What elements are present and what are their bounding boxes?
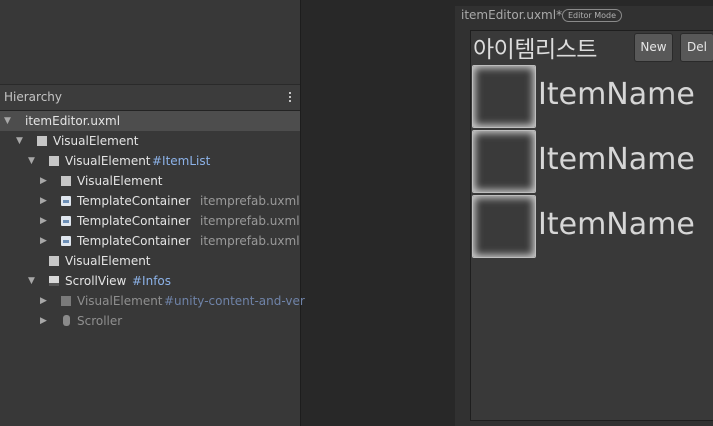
- tree-label: VisualElement: [65, 254, 151, 268]
- scrollview-icon: [49, 276, 59, 286]
- collapse-arrow-icon[interactable]: ▶: [40, 211, 47, 231]
- scroller-icon: [63, 315, 70, 326]
- item-name: ItemName: [538, 207, 695, 242]
- tree-row-content-container[interactable]: ▶ VisualElement #unity-content-and-ver: [0, 291, 305, 311]
- tree-row-templatecontainer[interactable]: ▶ TemplateContainer itemprefab.uxml: [0, 231, 300, 251]
- delete-button[interactable]: Del: [680, 33, 713, 62]
- tree-label: itemEditor.uxml: [25, 114, 121, 128]
- tree-class-name: #Infos: [132, 274, 172, 288]
- tree-row-scrollview[interactable]: ▼ ScrollView #Infos: [0, 271, 300, 291]
- visualelement-icon: [49, 156, 59, 166]
- expand-arrow-icon[interactable]: ▼: [16, 131, 23, 151]
- template-icon: [61, 196, 71, 206]
- collapse-arrow-icon[interactable]: ▶: [40, 171, 47, 191]
- item-thumbnail[interactable]: [472, 130, 536, 193]
- visualelement-icon: [49, 256, 59, 266]
- tree-label: Scroller: [77, 314, 123, 328]
- visualelement-icon: [61, 296, 71, 306]
- tree-row-visualelement-child[interactable]: ▶ VisualElement: [0, 171, 300, 191]
- tree-row-itemlist[interactable]: ▼ VisualElement #ItemList: [0, 151, 300, 171]
- template-icon: [61, 216, 71, 226]
- tree-source: itemprefab.uxml: [200, 194, 300, 208]
- expand-arrow-icon[interactable]: ▼: [28, 151, 35, 171]
- collapse-arrow-icon[interactable]: ▶: [40, 191, 47, 211]
- tree-label: TemplateContainer: [77, 214, 191, 228]
- item-name: ItemName: [538, 77, 695, 112]
- tree-source: itemprefab.uxml: [200, 234, 300, 248]
- expand-arrow-icon[interactable]: ▼: [28, 271, 35, 291]
- tree-row-root[interactable]: ▼ itemEditor.uxml: [0, 111, 300, 131]
- expand-arrow-icon[interactable]: ▼: [4, 111, 11, 131]
- tree-row-templatecontainer[interactable]: ▶ TemplateContainer itemprefab.uxml: [0, 211, 300, 231]
- canvas-title: itemEditor.uxml*: [461, 8, 563, 22]
- tree-row-scroller[interactable]: ▶ Scroller: [0, 311, 300, 331]
- tree-row-visualelement[interactable]: ▼ VisualElement: [0, 131, 300, 151]
- tree-label: TemplateContainer: [77, 234, 191, 248]
- tree-label: VisualElement: [77, 294, 163, 308]
- tree-row-templatecontainer[interactable]: ▶ TemplateContainer itemprefab.uxml: [0, 191, 300, 211]
- visualelement-icon: [37, 136, 47, 146]
- document-title: 아이템리스트: [473, 37, 597, 63]
- collapse-arrow-icon[interactable]: ▶: [40, 231, 47, 251]
- tree-label: ScrollView: [65, 274, 127, 288]
- tree-label: VisualElement: [77, 174, 163, 188]
- item-name: ItemName: [538, 142, 695, 177]
- tree-row-visualelement[interactable]: VisualElement: [0, 251, 300, 271]
- tree-class-name: #ItemList: [152, 154, 211, 168]
- left-top-panel: [0, 0, 300, 84]
- panel-divider[interactable]: [300, 0, 301, 426]
- editor-mode-badge: Editor Mode: [562, 9, 623, 22]
- hierarchy-title: Hierarchy: [4, 90, 63, 104]
- tree-source: itemprefab.uxml: [200, 214, 300, 228]
- new-button[interactable]: New: [634, 33, 673, 62]
- hierarchy-header: Hierarchy: [0, 84, 300, 111]
- tree-label: VisualElement: [65, 154, 151, 168]
- tree-label: TemplateContainer: [77, 194, 191, 208]
- item-thumbnail[interactable]: [472, 65, 536, 128]
- template-icon: [61, 236, 71, 246]
- visualelement-icon: [61, 176, 71, 186]
- collapse-arrow-icon[interactable]: ▶: [40, 311, 47, 331]
- item-thumbnail[interactable]: [472, 195, 536, 258]
- more-options-icon[interactable]: [288, 92, 292, 104]
- tree-class-name: #unity-content-and-ver: [164, 294, 305, 308]
- hierarchy-panel: Hierarchy ▼ itemEditor.uxml ▼ VisualElem…: [0, 84, 305, 426]
- tree-label: VisualElement: [53, 134, 139, 148]
- collapse-arrow-icon[interactable]: ▶: [40, 291, 47, 311]
